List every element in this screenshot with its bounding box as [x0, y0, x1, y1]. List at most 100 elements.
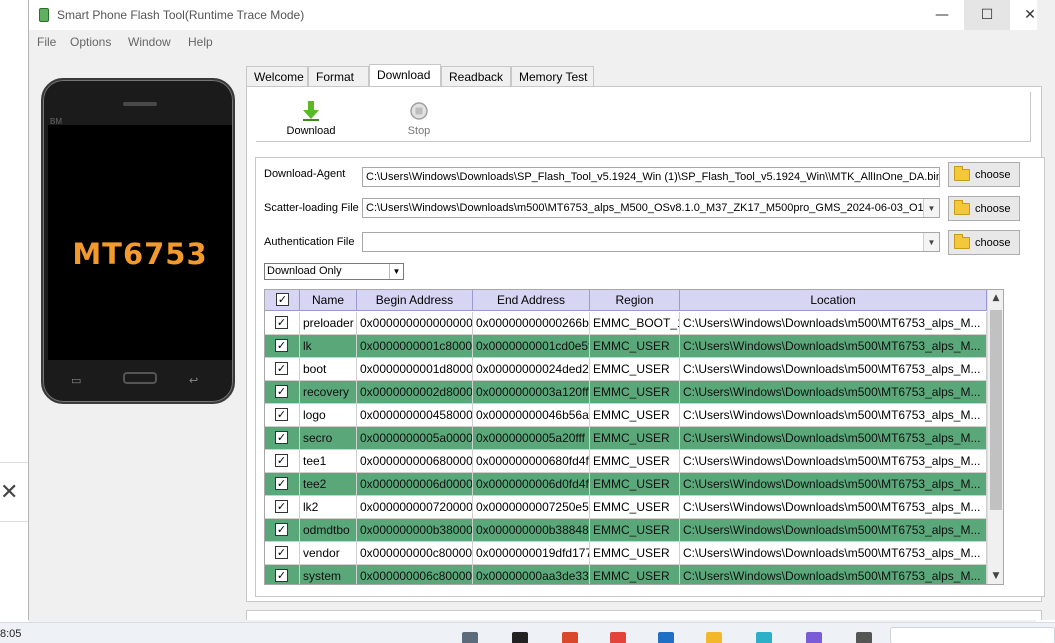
cell-name: logo: [300, 404, 357, 427]
table-row[interactable]: ✓ preloader 0x0000000000000000 0x0000000000…: [265, 312, 987, 335]
scatter-choose-button[interactable]: choose: [948, 196, 1020, 221]
cell-end: 0x00000000aa3de33f: [473, 565, 590, 584]
cell-begin: 0x000000006c800000: [357, 565, 473, 584]
outlook-icon[interactable]: [658, 632, 674, 643]
table-row[interactable]: ✓ secro 0x0000000005a00000 0x0000000005a20f…: [265, 427, 987, 450]
row-checkbox[interactable]: ✓: [275, 523, 288, 536]
download-agent-label: Download-Agent: [264, 168, 346, 180]
taskbar-app-icon[interactable]: [562, 632, 578, 643]
taskbar-app-icon[interactable]: [462, 632, 478, 643]
cell-location: C:\Users\Windows\Downloads\m500\MT6753_a…: [680, 450, 987, 473]
header-select-all[interactable]: ✓: [265, 290, 300, 311]
taskbar-app-icon[interactable]: [856, 632, 872, 643]
download-agent-field[interactable]: C:\Users\Windows\Downloads\SP_Flash_Tool…: [362, 167, 940, 187]
menu-window[interactable]: Window: [128, 35, 171, 49]
row-checkbox-cell: ✓: [265, 427, 300, 450]
taskbar-app-icon[interactable]: [512, 632, 528, 643]
cell-name: preloader: [300, 312, 357, 335]
chevron-down-icon[interactable]: ▼: [389, 264, 403, 279]
cell-begin: 0x0000000006d00000: [357, 473, 473, 496]
cell-end: 0x0000000001cd0e5f: [473, 335, 590, 358]
table-row[interactable]: ✓ tee1 0x0000000006800000 0x000000000680fd4…: [265, 450, 987, 473]
scroll-up-icon[interactable]: ▲: [988, 290, 1003, 306]
table-row[interactable]: ✓ logo 0x0000000004580000 0x00000000046b56a…: [265, 404, 987, 427]
row-checkbox[interactable]: ✓: [275, 546, 288, 559]
row-checkbox[interactable]: ✓: [275, 477, 288, 490]
tab-welcome[interactable]: Welcome: [246, 66, 308, 86]
cell-region: EMMC_USER: [590, 404, 680, 427]
chevron-down-icon[interactable]: ▼: [923, 199, 939, 217]
choose-label: choose: [975, 236, 1011, 249]
cell-location: C:\Users\Windows\Downloads\m500\MT6753_a…: [680, 335, 987, 358]
table-row[interactable]: ✓ lk 0x0000000001c80000 0x0000000001cd0e5f E…: [265, 335, 987, 358]
cell-end: 0x0000000006d0fd4f: [473, 473, 590, 496]
row-checkbox-cell: ✓: [265, 450, 300, 473]
cell-begin: 0x0000000001c80000: [357, 335, 473, 358]
header-end-address[interactable]: End Address: [473, 290, 590, 311]
cell-end: 0x00000000024ded2f: [473, 358, 590, 381]
chevron-down-icon[interactable]: ▼: [923, 233, 939, 251]
folder-icon: [954, 199, 970, 215]
authentication-choose-button[interactable]: choose: [948, 230, 1020, 255]
maximize-button[interactable]: ☐: [964, 0, 1010, 30]
row-checkbox[interactable]: ✓: [275, 500, 288, 513]
download-tab-panel: Download Stop Download-Agent C:\Users\Wi…: [246, 86, 1045, 602]
scatter-loading-label: Scatter-loading File: [264, 202, 359, 214]
copilot-icon[interactable]: [806, 632, 822, 643]
cell-end: 0x000000000680fd4f: [473, 450, 590, 473]
table-row[interactable]: ✓ lk2 0x0000000007200000 0x0000000007250e5f…: [265, 496, 987, 519]
cell-name: recovery: [300, 381, 357, 404]
download-button[interactable]: Download: [286, 100, 336, 137]
menu-options[interactable]: Options: [70, 35, 111, 49]
table-row[interactable]: ✓ odmdtbo 0x000000000b380000 0x000000000b38…: [265, 519, 987, 542]
header-name[interactable]: Name: [300, 290, 357, 311]
table-scrollbar[interactable]: ▲ ▼: [987, 290, 1003, 584]
minimize-button[interactable]: —: [919, 0, 965, 30]
stop-label: Stop: [407, 125, 431, 137]
edge-icon[interactable]: [756, 632, 772, 643]
taskbar-search-box[interactable]: [890, 627, 1055, 643]
tab-memory-test[interactable]: Memory Test: [511, 66, 594, 86]
authentication-file-field[interactable]: ▼: [362, 232, 940, 252]
table-row[interactable]: ✓ boot 0x0000000001d80000 0x00000000024ded2…: [265, 358, 987, 381]
tab-download[interactable]: Download: [369, 64, 441, 87]
table-header: ✓ Name Begin Address End Address Region …: [265, 290, 1003, 311]
header-region[interactable]: Region: [590, 290, 680, 311]
row-checkbox[interactable]: ✓: [275, 408, 288, 421]
close-button[interactable]: ✕: [1007, 0, 1053, 30]
download-agent-choose-button[interactable]: choose: [948, 162, 1020, 187]
chrome-icon[interactable]: [610, 632, 626, 643]
row-checkbox[interactable]: ✓: [275, 569, 288, 582]
cell-region: EMMC_USER: [590, 565, 680, 584]
row-checkbox[interactable]: ✓: [275, 385, 288, 398]
tab-format[interactable]: Format: [308, 66, 369, 86]
stop-button[interactable]: Stop: [394, 100, 444, 137]
menu-file[interactable]: File: [37, 35, 56, 49]
scatter-loading-field[interactable]: C:\Users\Windows\Downloads\m500\MT6753_a…: [362, 198, 940, 218]
file-explorer-icon[interactable]: [706, 632, 722, 643]
tab-readback[interactable]: Readback: [441, 66, 511, 86]
download-mode-select[interactable]: Download Only ▼: [264, 263, 404, 280]
cell-name: vendor: [300, 542, 357, 565]
table-row[interactable]: ✓ tee2 0x0000000006d00000 0x0000000006d0fd4…: [265, 473, 987, 496]
cell-end: 0x0000000019dfd177: [473, 542, 590, 565]
table-row[interactable]: ✓ recovery 0x0000000002d80000 0x0000000003a…: [265, 381, 987, 404]
row-checkbox[interactable]: ✓: [275, 362, 288, 375]
scroll-thumb[interactable]: [990, 310, 1002, 510]
menu-help[interactable]: Help: [188, 35, 213, 49]
row-checkbox-cell: ✓: [265, 358, 300, 381]
row-checkbox[interactable]: ✓: [275, 454, 288, 467]
header-begin-address[interactable]: Begin Address: [357, 290, 473, 311]
row-checkbox[interactable]: ✓: [275, 431, 288, 444]
table-row[interactable]: ✓ vendor 0x000000000c800000 0x0000000019dfd…: [265, 542, 987, 565]
header-location[interactable]: Location: [680, 290, 987, 311]
row-checkbox[interactable]: ✓: [275, 339, 288, 352]
select-all-checkbox[interactable]: ✓: [276, 293, 289, 306]
table-row[interactable]: ✓ system 0x000000006c800000 0x00000000aa3de…: [265, 565, 987, 584]
background-close-icon[interactable]: ✕: [0, 480, 18, 505]
scroll-down-icon[interactable]: ▼: [988, 568, 1003, 584]
choose-label: choose: [975, 168, 1011, 181]
row-checkbox[interactable]: ✓: [275, 316, 288, 329]
cell-location: C:\Users\Windows\Downloads\m500\MT6753_a…: [680, 312, 987, 335]
cell-region: EMMC_USER: [590, 496, 680, 519]
